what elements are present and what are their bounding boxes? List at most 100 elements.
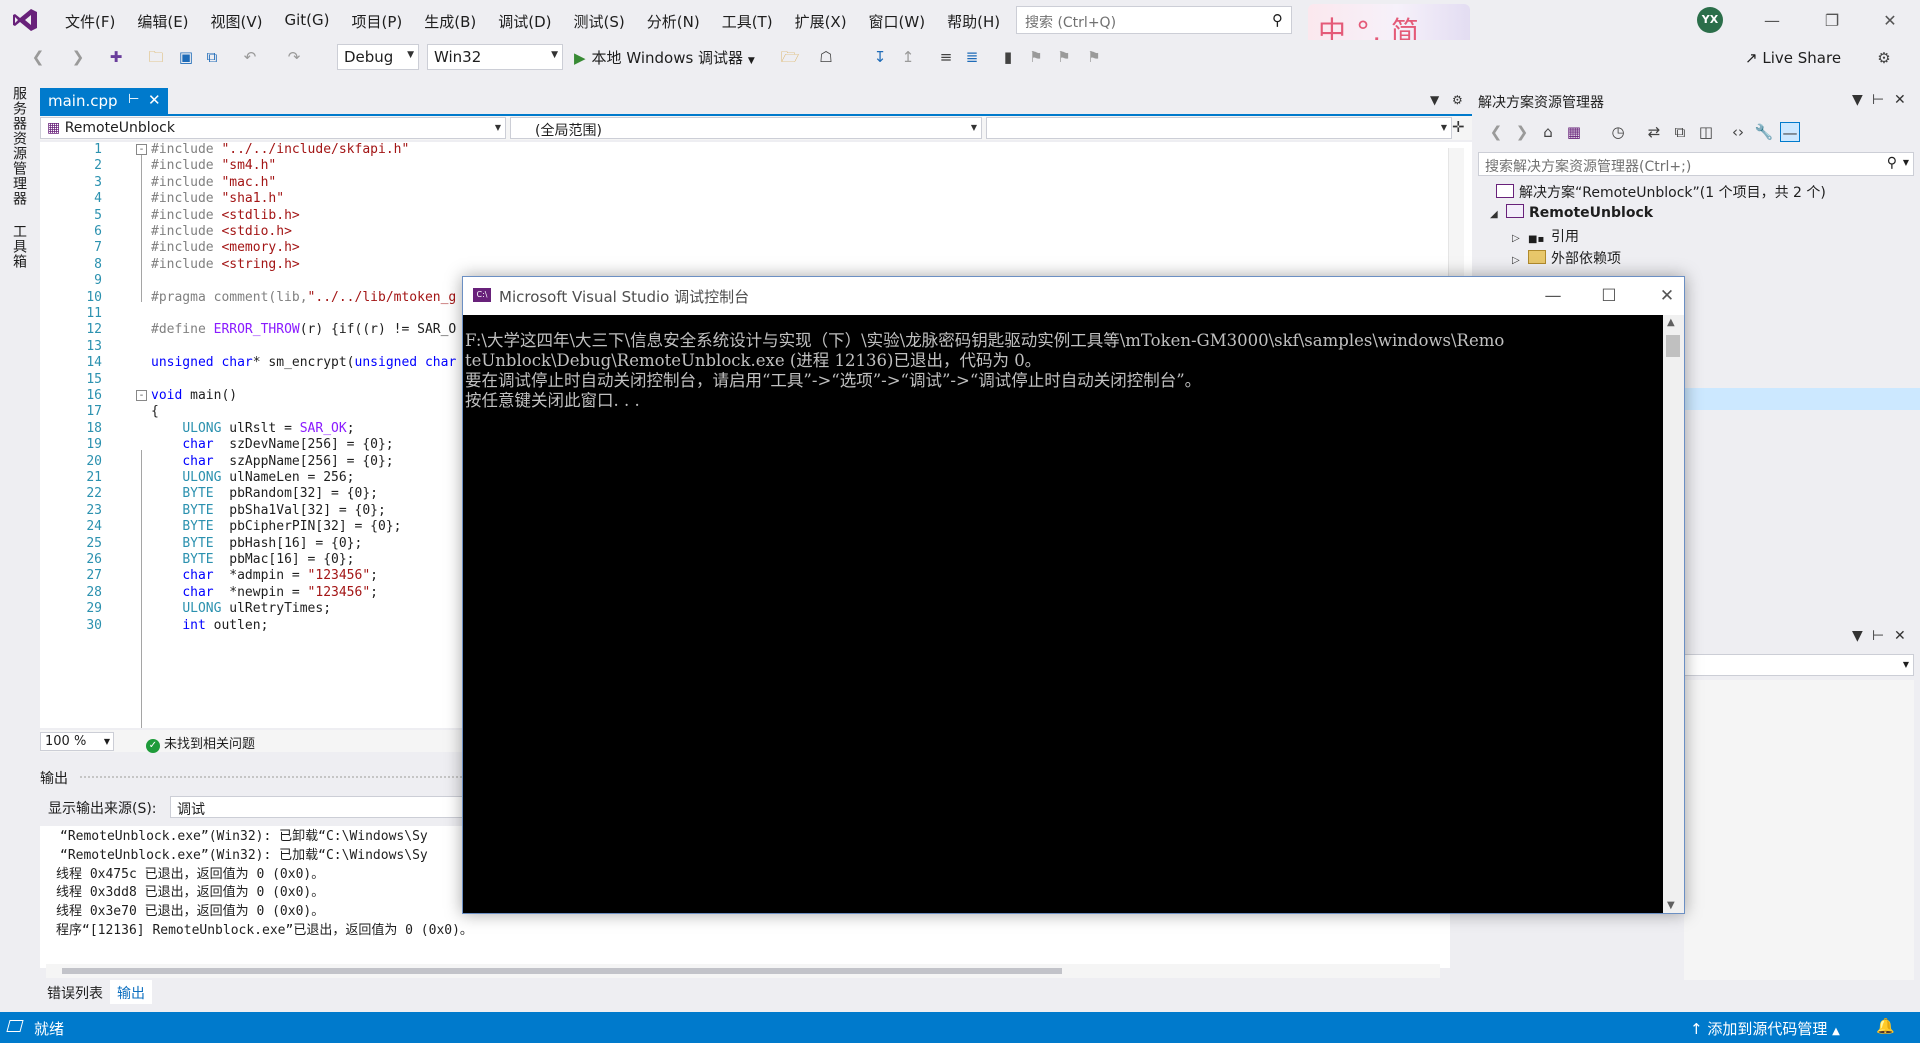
show-all-files-icon[interactable]: ◫	[1696, 122, 1716, 142]
collapse-outline-icon[interactable]: -	[136, 144, 147, 155]
user-avatar[interactable]: YX	[1697, 7, 1723, 33]
solution-platform-select[interactable]: Win32 ▼	[427, 44, 563, 70]
toolbox-tab[interactable]: 工具箱	[9, 224, 29, 269]
collapse-all-icon[interactable]: ⧉	[1670, 122, 1690, 142]
menu-item[interactable]: 文件(F)	[54, 11, 126, 32]
back-icon[interactable]: ❮	[1486, 122, 1506, 142]
editor-settings-icon[interactable]: ⚙	[1452, 93, 1463, 107]
menu-item[interactable]: 扩展(X)	[784, 11, 858, 32]
close-tab-icon[interactable]: ✕	[148, 91, 161, 109]
collapsed-triangle-icon[interactable]: ▷	[1512, 233, 1528, 244]
start-debugging-button[interactable]: ▶ 本地 Windows 调试器 ▼	[574, 47, 755, 68]
project-nav-select[interactable]: ▦ RemoteUnblock ▼	[40, 117, 506, 139]
console-maximize-icon[interactable]: ☐	[1587, 283, 1631, 309]
forward-icon[interactable]: ❯	[1512, 122, 1532, 142]
step-out-icon[interactable]: ↥	[898, 47, 918, 67]
switch-views-icon[interactable]: ▦	[1564, 122, 1584, 142]
pin-icon[interactable]: ⊢	[128, 92, 139, 107]
chevron-down-icon[interactable]: ▼	[1852, 92, 1863, 108]
menu-item[interactable]: 视图(V)	[200, 11, 274, 32]
tab-error-list[interactable]: 错误列表	[40, 980, 110, 1004]
menu-item[interactable]: 调试(D)	[487, 11, 562, 32]
menu-item[interactable]: 窗口(W)	[858, 11, 937, 32]
console-close-icon[interactable]: ✕	[1645, 283, 1689, 309]
find-in-files-icon[interactable]: 🗁	[780, 47, 800, 67]
minimize-icon[interactable]: —	[1752, 8, 1792, 34]
new-project-icon[interactable]: ✚	[106, 47, 126, 67]
bookmark-icon[interactable]: ▮	[998, 47, 1018, 67]
solution-configuration-select[interactable]: Debug ▼	[337, 44, 419, 70]
scope-nav-select[interactable]: (全局范围) ▼	[510, 117, 982, 139]
pending-changes-filter-icon[interactable]: ◷	[1608, 122, 1628, 142]
redo-icon[interactable]: ↷	[284, 47, 304, 67]
console-line: 要在调试停止时自动关闭控制台，请启用“工具”->“选项”->“调试”->“调试停…	[465, 371, 1202, 390]
console-title-bar[interactable]: C:\ Microsoft Visual Studio 调试控制台 — ☐ ✕	[463, 277, 1684, 315]
restore-icon[interactable]: ❐	[1812, 8, 1852, 34]
menu-item[interactable]: 分析(N)	[636, 11, 711, 32]
tree-solution-node[interactable]: 解决方案“RemoteUnblock”(1 个项目，共 2 个)	[1496, 182, 1826, 202]
issues-indicator[interactable]: ✓ 未找到相关问题	[146, 733, 255, 753]
clear-bookmarks-icon[interactable]: ⚑	[1084, 47, 1104, 67]
collapsed-triangle-icon[interactable]: ▷	[1512, 255, 1528, 266]
output-source-select[interactable]: 调试	[170, 796, 500, 818]
view-code-icon[interactable]: ‹›	[1728, 122, 1748, 142]
tree-project-node[interactable]: ◢ RemoteUnblock	[1490, 204, 1653, 221]
scroll-down-icon[interactable]: ▼	[1667, 900, 1675, 911]
comment-lines-icon[interactable]: ≡	[936, 47, 956, 67]
menu-item[interactable]: 项目(P)	[341, 11, 414, 32]
uncomment-lines-icon[interactable]: ≣	[962, 47, 982, 67]
save-icon[interactable]: ▣	[176, 47, 196, 67]
navigate-back-icon[interactable]: ❮	[28, 47, 48, 67]
menu-item[interactable]: 编辑(E)	[126, 11, 199, 32]
browser-link-icon[interactable]: ☖	[816, 47, 836, 67]
output-horizontal-scrollbar[interactable]	[46, 964, 1440, 978]
sync-icon[interactable]: ⇄	[1644, 122, 1664, 142]
menu-item[interactable]: 工具(T)	[711, 11, 784, 32]
expanded-triangle-icon[interactable]: ◢	[1490, 209, 1506, 220]
pin-icon[interactable]: ⊢	[1872, 92, 1884, 108]
pin-icon[interactable]: ⊢	[1872, 628, 1884, 644]
console-minimize-icon[interactable]: —	[1531, 283, 1575, 309]
properties-object-select[interactable]: ▼	[1684, 654, 1914, 676]
console-scrollbar[interactable]: ▲ ▼	[1663, 315, 1684, 913]
tab-output[interactable]: 输出	[110, 980, 152, 1004]
undo-icon[interactable]: ↶	[240, 47, 260, 67]
chevron-down-icon[interactable]: ▼	[1852, 628, 1863, 644]
tab-main-cpp[interactable]: main.cpp ⊢ ✕	[40, 88, 168, 114]
menu-item[interactable]: 帮助(H)	[936, 11, 1011, 32]
notifications-bell-icon[interactable]: 🔔	[1876, 1017, 1895, 1035]
scrollbar-thumb[interactable]	[1666, 335, 1680, 357]
previous-bookmark-icon[interactable]: ⚑	[1026, 47, 1046, 67]
console-output[interactable]: F:\大学这四年\大三下\信息安全系统设计与实现（下）\实验\龙脉密码钥匙驱动实…	[463, 315, 1663, 913]
member-nav-select[interactable]: ▼	[986, 117, 1452, 139]
save-all-icon[interactable]: ⧉	[202, 47, 222, 67]
search-input[interactable]: 搜索 (Ctrl+Q) ⚲	[1016, 6, 1292, 34]
menu-item[interactable]: 测试(S)	[563, 11, 636, 32]
scroll-up-icon[interactable]: ▲	[1667, 317, 1675, 328]
close-panel-icon[interactable]: ✕	[1894, 628, 1906, 644]
add-to-source-control-button[interactable]: ↑ 添加到源代码管理 ▲	[1690, 1018, 1840, 1039]
collapse-outline-icon[interactable]: -	[136, 390, 147, 401]
menu-item[interactable]: Git(G)	[274, 11, 341, 32]
close-panel-icon[interactable]: ✕	[1894, 92, 1906, 108]
feedback-icon[interactable]: ⚙	[1874, 48, 1894, 68]
step-into-icon[interactable]: ↧	[870, 47, 890, 67]
preview-selected-icon[interactable]: —	[1780, 122, 1800, 142]
tree-external-deps-node[interactable]: ▷ 外部依赖项	[1512, 248, 1621, 268]
zoom-select[interactable]: 100 % ▼	[40, 732, 114, 751]
tab-list-dropdown-icon[interactable]: ▼	[1430, 93, 1439, 107]
split-editor-icon[interactable]: ✛	[1452, 118, 1465, 136]
properties-icon[interactable]: 🔧	[1754, 122, 1774, 142]
menu-item[interactable]: 生成(B)	[413, 11, 487, 32]
visual-studio-logo-icon[interactable]	[12, 8, 38, 32]
scrollbar-thumb[interactable]	[62, 968, 1062, 974]
navigate-forward-icon[interactable]: ❯	[68, 47, 88, 67]
solution-explorer-search-input[interactable]: 搜索解决方案资源管理器(Ctrl+;) ⚲ ▼	[1478, 152, 1914, 176]
live-share-button[interactable]: ↗ Live Share	[1745, 49, 1841, 67]
home-icon[interactable]: ⌂	[1538, 122, 1558, 142]
server-explorer-tab[interactable]: 服务器资源管理器	[9, 86, 29, 206]
open-folder-icon[interactable]: 🗀	[146, 47, 166, 67]
tree-references-node[interactable]: ▷ ■▪ 引用	[1512, 226, 1579, 247]
close-window-icon[interactable]: ✕	[1870, 8, 1910, 34]
next-bookmark-icon[interactable]: ⚑	[1054, 47, 1074, 67]
